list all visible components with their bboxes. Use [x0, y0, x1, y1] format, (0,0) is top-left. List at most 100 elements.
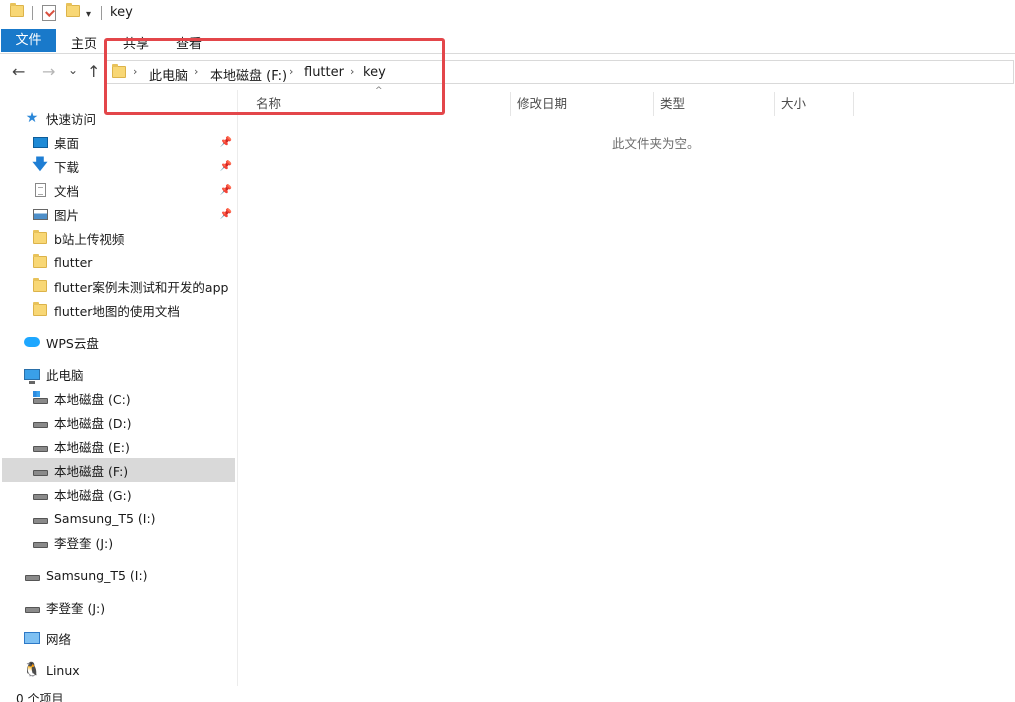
- sort-ascending-icon: ^: [375, 86, 383, 96]
- breadcrumb-drive-f[interactable]: 本地磁盘 (F:): [210, 65, 287, 84]
- breadcrumb-separator[interactable]: ›: [350, 65, 354, 78]
- drive-icon: [32, 462, 48, 478]
- pin-icon[interactable]: 📌: [220, 185, 232, 196]
- system-drive-icon: [32, 390, 48, 406]
- breadcrumb-this-pc[interactable]: 此电脑: [149, 65, 188, 84]
- folder-icon: [32, 278, 48, 294]
- column-header-date-modified[interactable]: 修改日期: [517, 92, 567, 116]
- new-folder-icon[interactable]: [66, 3, 80, 21]
- breadcrumb-flutter[interactable]: flutter: [304, 65, 344, 80]
- tab-home[interactable]: 主页: [71, 33, 97, 52]
- nav-pictures[interactable]: 图片 📌: [32, 202, 237, 226]
- nav-external-samsung[interactable]: Samsung_T5 (I:): [24, 563, 148, 587]
- drive-icon: [32, 486, 48, 502]
- column-header-size[interactable]: 大小: [781, 92, 806, 116]
- column-divider[interactable]: [853, 92, 854, 116]
- folder-icon: [32, 254, 48, 270]
- nav-label: flutter案例未测试和开发的app: [54, 279, 229, 295]
- network-icon: [24, 630, 40, 646]
- nav-drive-j[interactable]: 李登奎 (J:): [32, 530, 113, 554]
- nav-network[interactable]: 网络: [24, 626, 71, 650]
- nav-label: 本地磁盘 (D:): [54, 415, 132, 431]
- column-divider[interactable]: [774, 92, 775, 116]
- nav-label: 本地磁盘 (G:): [54, 487, 132, 503]
- nav-label: flutter: [54, 254, 93, 270]
- drive-icon: [24, 567, 40, 583]
- nav-folder-flutter-apps[interactable]: flutter案例未测试和开发的app: [32, 274, 228, 298]
- nav-linux[interactable]: 🐧 Linux: [23, 658, 80, 682]
- nav-drive-g[interactable]: 本地磁盘 (G:): [32, 482, 132, 506]
- folder-icon[interactable]: [10, 3, 24, 21]
- computer-icon: [24, 366, 40, 384]
- nav-drive-f[interactable]: 本地磁盘 (F:): [2, 458, 235, 482]
- pin-icon[interactable]: 📌: [220, 161, 232, 172]
- nav-label: 图片: [54, 207, 80, 223]
- title-bar: ▾ key: [0, 0, 1015, 28]
- cloud-icon: [24, 334, 40, 350]
- nav-label: Samsung_T5 (I:): [54, 510, 156, 526]
- nav-external-j[interactable]: 李登奎 (J:): [24, 595, 105, 619]
- ribbon: 文件 主页 共享 查看: [0, 28, 1015, 54]
- document-icon: [32, 182, 48, 198]
- nav-label: 快速访问: [46, 111, 97, 127]
- nav-documents[interactable]: 文档 📌: [32, 178, 237, 202]
- tab-share[interactable]: 共享: [123, 33, 149, 52]
- nav-label: 桌面: [54, 135, 80, 151]
- linux-penguin-icon: 🐧: [23, 662, 41, 678]
- window-title: key: [110, 5, 133, 20]
- column-divider[interactable]: [653, 92, 654, 116]
- recent-locations-chevron-icon[interactable]: ⌄: [68, 61, 78, 79]
- breadcrumb-separator[interactable]: ›: [133, 65, 137, 78]
- customize-toolbar-chevron-icon[interactable]: ▾: [86, 9, 91, 20]
- nav-label: WPS云盘: [46, 335, 99, 351]
- pictures-icon: [32, 206, 48, 222]
- nav-drive-c[interactable]: 本地磁盘 (C:): [32, 386, 131, 410]
- nav-quick-access[interactable]: ★ 快速访问: [24, 106, 96, 130]
- drive-icon: [32, 534, 48, 550]
- nav-label: Linux: [46, 662, 80, 678]
- nav-drive-i[interactable]: Samsung_T5 (I:): [32, 506, 156, 530]
- up-arrow-icon[interactable]: ↑: [87, 63, 100, 81]
- pin-icon[interactable]: 📌: [220, 209, 232, 220]
- drive-icon: [32, 438, 48, 454]
- folder-icon: [112, 64, 126, 81]
- back-arrow-icon[interactable]: ←: [12, 63, 25, 81]
- address-row: ← → ⌄ ↑ › 此电脑 › 本地磁盘 (F:) › flutter › ke…: [0, 56, 1015, 88]
- nav-label: 此电脑: [46, 367, 84, 383]
- nav-label: b站上传视频: [54, 231, 125, 247]
- properties-icon[interactable]: [42, 5, 56, 21]
- breadcrumb-key[interactable]: key: [363, 65, 386, 80]
- folder-icon: [32, 230, 48, 246]
- column-header-type[interactable]: 类型: [660, 92, 685, 116]
- nav-drive-e[interactable]: 本地磁盘 (E:): [32, 434, 130, 458]
- drive-icon: [32, 510, 48, 526]
- column-header-name[interactable]: 名称: [256, 92, 281, 116]
- nav-label: flutter地图的使用文档: [54, 303, 180, 319]
- drive-icon: [24, 599, 40, 615]
- tab-file[interactable]: 文件: [1, 29, 56, 52]
- nav-label: 李登奎 (J:): [46, 600, 106, 616]
- address-bar[interactable]: › 此电脑 › 本地磁盘 (F:) › flutter › key: [104, 60, 1014, 84]
- nav-folder-bilibili[interactable]: b站上传视频: [32, 226, 124, 250]
- nav-folder-flutter-maps[interactable]: flutter地图的使用文档: [32, 298, 180, 322]
- nav-label: 本地磁盘 (C:): [54, 391, 131, 407]
- breadcrumb-separator[interactable]: ›: [289, 65, 293, 78]
- drive-icon: [32, 414, 48, 430]
- nav-label: 网络: [46, 631, 72, 647]
- nav-wps-cloud[interactable]: WPS云盘: [24, 330, 99, 354]
- tab-view[interactable]: 查看: [176, 33, 202, 52]
- nav-desktop[interactable]: 桌面 📌: [32, 130, 237, 154]
- status-item-count: 0 个项目: [16, 692, 64, 702]
- title-divider: [101, 6, 102, 20]
- column-divider[interactable]: [510, 92, 511, 116]
- pin-icon[interactable]: 📌: [220, 137, 232, 148]
- nav-downloads[interactable]: 🡇 下载 📌: [32, 154, 237, 178]
- forward-arrow-icon[interactable]: →: [42, 63, 55, 81]
- pane-divider[interactable]: [237, 90, 238, 686]
- nav-drive-d[interactable]: 本地磁盘 (D:): [32, 410, 132, 434]
- breadcrumb-separator[interactable]: ›: [194, 65, 198, 78]
- download-icon: 🡇: [32, 154, 48, 173]
- nav-folder-flutter[interactable]: flutter: [32, 250, 92, 274]
- nav-this-pc[interactable]: 此电脑: [24, 362, 84, 386]
- desktop-icon: [32, 134, 48, 150]
